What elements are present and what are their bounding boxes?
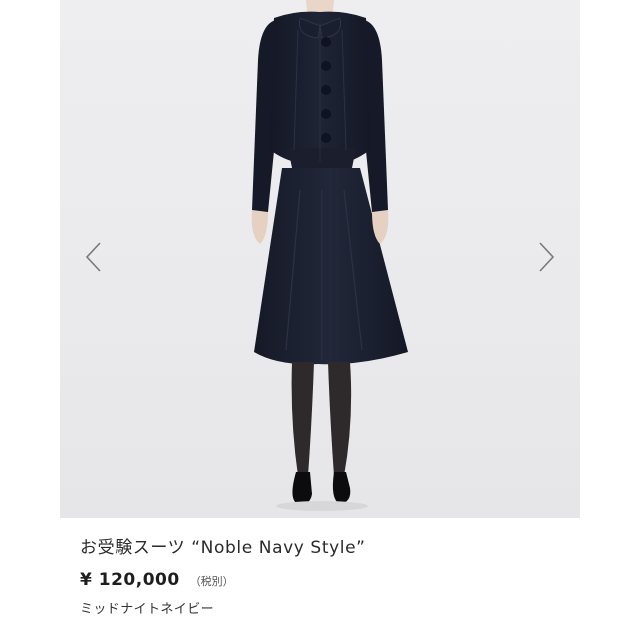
product-image-gallery[interactable] [60,0,580,518]
tax-note: （税別） [189,575,234,588]
product-info: お受験スーツ “Noble Navy Style” ¥ 120,000 （税別）… [80,536,620,620]
chevron-left-icon [85,242,101,272]
product-photo [251,0,408,511]
next-image-button[interactable] [534,240,558,274]
price-row: ¥ 120,000 （税別） [80,568,620,594]
product-page: お受験スーツ “Noble Navy Style” ¥ 120,000 （税別）… [0,0,640,640]
product-color-name: ミッドナイトネイビー [80,602,215,617]
chevron-right-icon [539,242,555,272]
previous-image-button[interactable] [82,240,106,274]
product-price: ¥ 120,000 [80,570,180,590]
product-title: お受験スーツ “Noble Navy Style” [80,538,366,558]
